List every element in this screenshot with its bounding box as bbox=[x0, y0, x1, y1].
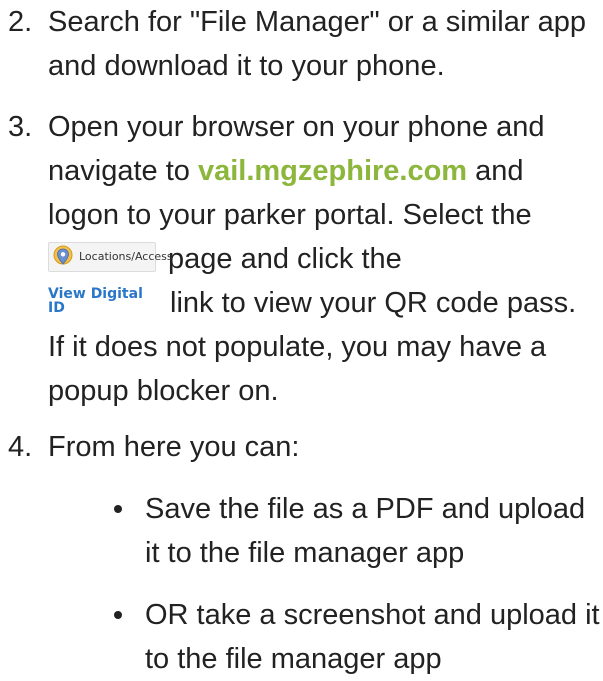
view-digital-id-link[interactable]: View Digital ID bbox=[48, 287, 160, 315]
bullet-icon bbox=[114, 611, 122, 619]
instructions-page: 2. Search for "File Manager" or a simila… bbox=[0, 0, 603, 675]
step-text: Open your browser on your phone and navi… bbox=[48, 105, 600, 413]
options-list: Save the file as a PDF and upload it to … bbox=[114, 487, 600, 681]
step-4: 4. From here you can: bbox=[8, 425, 600, 469]
step-3: 3. Open your browser on your phone and n… bbox=[8, 105, 600, 413]
list-item: OR take a screenshot and upload it to th… bbox=[114, 593, 600, 681]
step-number: 3. bbox=[8, 111, 33, 143]
step-text: Search for "File Manager" or a similar a… bbox=[48, 6, 586, 82]
bullet-icon bbox=[114, 505, 122, 513]
step-number: 4. bbox=[8, 431, 33, 463]
portal-link[interactable]: vail.mgzephire.com bbox=[198, 155, 467, 187]
list-item-text: OR take a screenshot and upload it to th… bbox=[145, 599, 600, 675]
locations-access-chip[interactable]: Locations/Access bbox=[48, 242, 173, 273]
map-pin-icon bbox=[53, 245, 73, 265]
list-item-text: Save the file as a PDF and upload it to … bbox=[145, 493, 586, 569]
step-text-part: page and click the bbox=[168, 243, 402, 275]
step-number: 2. bbox=[8, 6, 33, 38]
list-item: Save the file as a PDF and upload it to … bbox=[114, 487, 600, 575]
step-2: 2. Search for "File Manager" or a simila… bbox=[8, 0, 600, 88]
step-text: From here you can: bbox=[48, 431, 300, 463]
locations-access-label: Locations/Access bbox=[79, 250, 173, 264]
